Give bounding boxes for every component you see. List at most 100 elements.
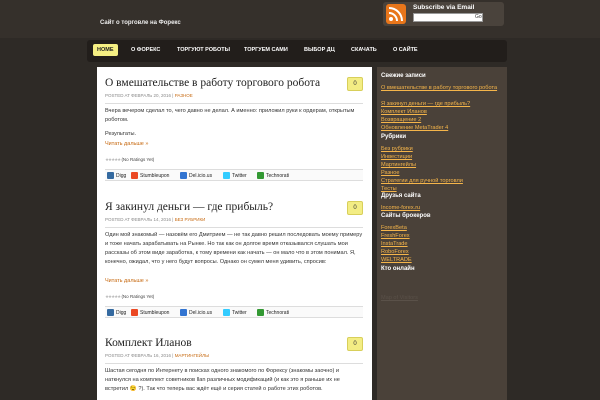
post-meta: POSTED AT ФЕВРАЛЬ 20, 2016 | РАЗНОЕ <box>105 93 193 98</box>
post-date: POSTED AT ФЕВРАЛЬ 16, 2016 | <box>105 353 174 358</box>
twitter-icon <box>223 172 230 179</box>
twitter-icon <box>223 309 230 316</box>
post-meta: POSTED AT ФЕВРАЛЬ 14, 2016 | БЕЗ РУБРИКИ <box>105 217 205 222</box>
divider <box>105 227 363 228</box>
divider <box>105 363 363 364</box>
rating-text: (No Ratings Yet) <box>121 294 155 299</box>
share-technorati[interactable]: Technorati <box>257 309 289 316</box>
sidebar-title-brokers: Сайты брокеров <box>381 213 431 219</box>
share-delicious[interactable]: Del.icio.us <box>180 309 212 316</box>
share-label: Stumbleupon <box>140 309 170 316</box>
post-excerpt: Шастая сегодня по Интернету в поисках од… <box>105 368 340 392</box>
nav-item-manual[interactable]: ТОРГУЕМ САМИ <box>240 44 292 56</box>
subscribe-label: Subscribe via Email <box>413 4 475 11</box>
main-content: О вмешательстве в работу торгового робот… <box>97 67 372 400</box>
post-title[interactable]: О вмешательстве в работу торгового робот… <box>105 77 340 89</box>
sidebar-recent-link[interactable]: Обновление MetaTrader 4 <box>381 125 503 132</box>
sidebar-rubric-link[interactable]: Разное <box>381 170 503 177</box>
nav-item-download[interactable]: СКАЧАТЬ <box>347 44 381 56</box>
post-rating: ★★★★★ (No Ratings Yet) <box>105 157 154 163</box>
sidebar: Свежие записи О вмешательстве в работу т… <box>377 67 507 400</box>
share-label: Del.icio.us <box>189 172 213 179</box>
post-category[interactable]: БЕЗ РУБРИКИ <box>175 217 206 222</box>
read-more-link[interactable]: Читать дальше » <box>105 141 148 147</box>
nav-item-brokers[interactable]: ВЫБОР ДЦ <box>300 44 339 56</box>
sidebar-recent-link[interactable]: Возвращение 2 <box>381 117 503 124</box>
delicious-icon <box>180 172 187 179</box>
sidebar-rubric-link[interactable]: Мартингейлы <box>381 162 503 169</box>
share-bar: Digg Stumbleupon Del.icio.us Twitter Tec… <box>105 169 363 181</box>
post-excerpt: Один мой знакомый — назовём его Дмитрием… <box>105 232 363 265</box>
sidebar-rubric-link[interactable]: Без рубрики <box>381 146 503 153</box>
sidebar-map-of-visitors-link[interactable]: Map of Visitors <box>381 295 503 302</box>
comment-count[interactable]: 0 <box>347 337 363 351</box>
sidebar-broker-link[interactable]: InstaTrade <box>381 241 503 248</box>
post-title[interactable]: Я закинул деньги — где прибыль? <box>105 201 340 213</box>
sidebar-broker-link[interactable]: RoboForex <box>381 249 503 256</box>
stumbleupon-icon <box>131 309 138 316</box>
sidebar-recent-link[interactable]: О вмешательстве в работу торгового робот… <box>381 85 503 92</box>
stumbleupon-icon <box>131 172 138 179</box>
rss-icon[interactable] <box>386 4 406 24</box>
subscribe-email-input[interactable] <box>413 13 483 22</box>
share-digg[interactable]: Digg <box>107 172 126 179</box>
post-meta: POSTED AT ФЕВРАЛЬ 16, 2016 | МАРТИНГЕЙЛЫ <box>105 353 209 358</box>
share-twitter[interactable]: Twitter <box>223 309 247 316</box>
share-label: Technorati <box>266 309 290 316</box>
share-label: Digg <box>116 309 127 316</box>
sidebar-recent-link[interactable]: Я закинул деньги — где прибыль? <box>381 101 503 108</box>
rating-stars-icon[interactable]: ★★★★★ <box>105 157 121 162</box>
share-label: Del.icio.us <box>189 309 213 316</box>
share-label: Stumbleupon <box>140 172 170 179</box>
post-title[interactable]: Комплект Иланов <box>105 337 340 349</box>
sidebar-friend-link[interactable]: Income-forex.ru <box>381 205 503 212</box>
share-delicious[interactable]: Del.icio.us <box>180 172 212 179</box>
sidebar-rubric-link[interactable]: Стратегии для ручной торговли <box>381 178 503 185</box>
share-label: Twitter <box>232 172 247 179</box>
sidebar-title-rubrics: Рубрики <box>381 134 407 140</box>
post-category[interactable]: МАРТИНГЕЙЛЫ <box>175 353 209 358</box>
technorati-icon <box>257 172 264 179</box>
subscribe-go-button[interactable]: Go <box>475 14 482 20</box>
share-technorati[interactable]: Technorati <box>257 172 289 179</box>
sidebar-rubric-link[interactable]: Тесты <box>381 186 503 193</box>
post-excerpt-extra: Результаты. <box>105 131 137 137</box>
nav-item-home[interactable]: HOME <box>93 44 118 56</box>
share-bar: Digg Stumbleupon Del.icio.us Twitter Tec… <box>105 306 363 318</box>
nav-item-about-site[interactable]: О САЙТЕ <box>389 44 422 56</box>
sidebar-rubric-link[interactable]: Инвестиции <box>381 154 503 161</box>
subscribe-box: Subscribe via Email Go <box>383 2 504 26</box>
digg-icon <box>107 172 114 179</box>
sidebar-title-recent: Свежие записи <box>381 73 426 79</box>
header: Сайт о торговле на Форекс Subscribe via … <box>0 0 600 38</box>
nav-item-about-forex[interactable]: О ФОРЕКС <box>127 44 164 56</box>
comment-count[interactable]: 0 <box>347 201 363 215</box>
post-date: POSTED AT ФЕВРАЛЬ 20, 2016 | <box>105 93 174 98</box>
share-stumbleupon[interactable]: Stumbleupon <box>131 309 169 316</box>
rating-stars-icon[interactable]: ★★★★★ <box>105 294 121 299</box>
sidebar-broker-link[interactable]: ForexBeta <box>381 225 503 232</box>
share-digg[interactable]: Digg <box>107 309 126 316</box>
nav-item-robots[interactable]: ТОРГУЮТ РОБОТЫ <box>173 44 234 56</box>
digg-icon <box>107 309 114 316</box>
read-more-link[interactable]: Читать дальше » <box>105 278 148 284</box>
rating-text: (No Ratings Yet) <box>121 157 155 162</box>
comment-count[interactable]: 0 <box>347 77 363 91</box>
share-label: Technorati <box>266 172 290 179</box>
sidebar-broker-link[interactable]: WELTRADE <box>381 257 503 264</box>
sidebar-recent-link[interactable]: Комплект Иланов <box>381 109 503 116</box>
sidebar-title-friends: Друзья сайта <box>381 193 421 199</box>
site-description: Сайт о торговле на Форекс <box>100 20 181 26</box>
delicious-icon <box>180 309 187 316</box>
post-category[interactable]: РАЗНОЕ <box>175 93 193 98</box>
share-label: Digg <box>116 172 127 179</box>
post-excerpt: Вчера вечером сделал то, чего давно не д… <box>105 108 355 123</box>
technorati-icon <box>257 309 264 316</box>
sidebar-broker-link[interactable]: FreshForex <box>381 233 503 240</box>
share-label: Twitter <box>232 309 247 316</box>
divider <box>105 103 363 104</box>
share-twitter[interactable]: Twitter <box>223 172 247 179</box>
share-stumbleupon[interactable]: Stumbleupon <box>131 172 169 179</box>
post-date: POSTED AT ФЕВРАЛЬ 14, 2016 | <box>105 217 174 222</box>
post-rating: ★★★★★ (No Ratings Yet) <box>105 294 154 300</box>
